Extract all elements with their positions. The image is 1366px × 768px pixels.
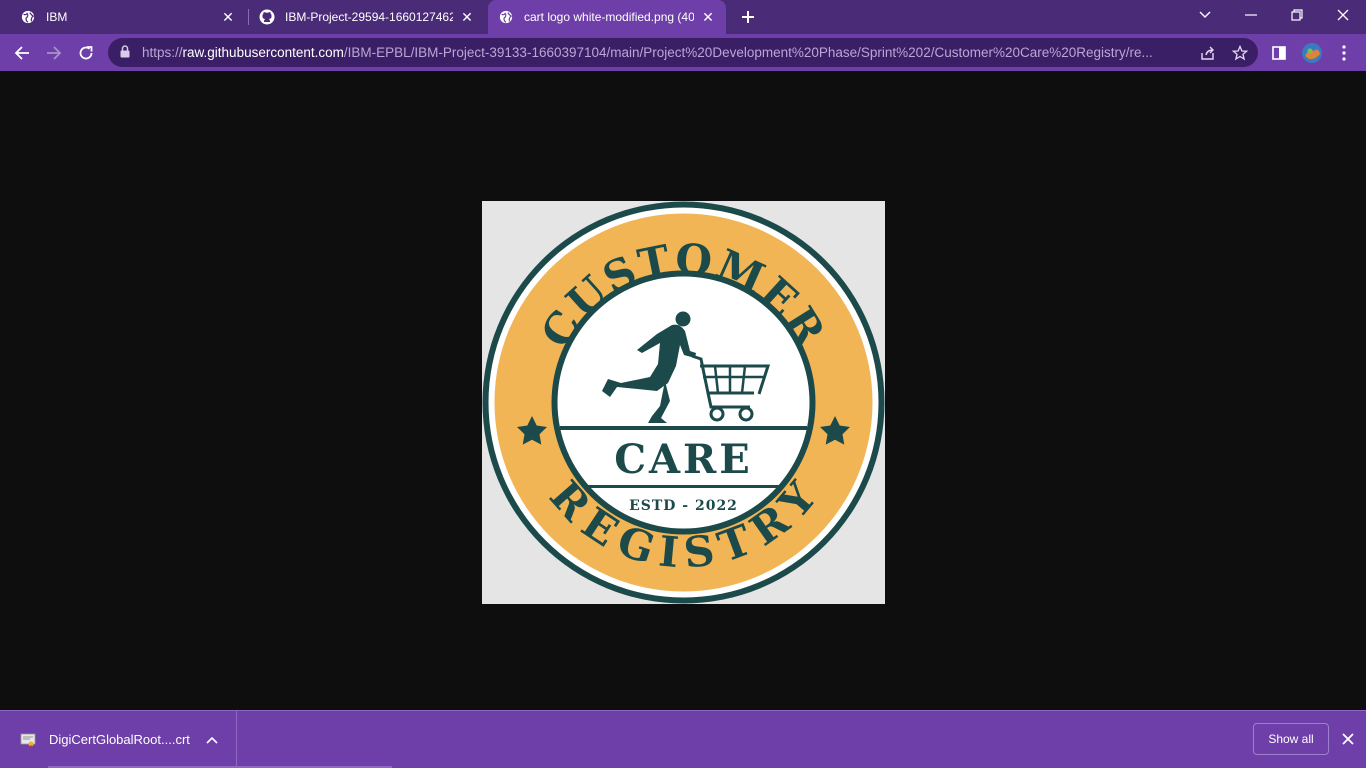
minimize-icon <box>1245 14 1257 16</box>
globe-icon <box>498 9 514 25</box>
tab-strip: IBM ✕ IBM-Project-29594-1660127462/P ✕ c… <box>0 0 1366 34</box>
show-all-downloads-button[interactable]: Show all <box>1253 723 1329 755</box>
back-button[interactable] <box>8 39 36 67</box>
tab-search-button[interactable] <box>1182 0 1228 30</box>
logo-center-text: CARE <box>614 436 753 483</box>
globe-icon <box>20 9 36 25</box>
close-window-button[interactable] <box>1320 0 1366 30</box>
tab-github-project[interactable]: IBM-Project-29594-1660127462/P ✕ <box>249 0 485 34</box>
reload-button[interactable] <box>72 39 100 67</box>
logo-estd-text: ESTD - 2022 <box>629 498 738 514</box>
more-vert-icon <box>1342 45 1346 61</box>
close-tab-icon[interactable]: ✕ <box>459 9 475 25</box>
back-arrow-icon <box>14 46 29 60</box>
tab-ibm[interactable]: IBM ✕ <box>10 0 246 34</box>
github-icon <box>259 9 275 25</box>
profile-avatar-button[interactable] <box>1298 39 1326 67</box>
forward-arrow-icon <box>47 46 62 60</box>
tab-title: cart logo white-modified.png (40 <box>524 10 694 24</box>
browser-toolbar: https://raw.githubusercontent.com/IBM-EP… <box>0 34 1366 71</box>
download-shelf: DigiCertGlobalRoot....crt Show all <box>0 710 1366 768</box>
displayed-image[interactable]: CUSTOMER REGISTRY CARE ESTD - 2022 <box>482 201 885 604</box>
close-tab-icon[interactable]: ✕ <box>220 9 236 25</box>
bookmark-star-icon[interactable] <box>1231 44 1249 62</box>
address-bar[interactable]: https://raw.githubusercontent.com/IBM-EP… <box>108 38 1258 67</box>
forward-button[interactable] <box>40 39 68 67</box>
plus-icon <box>742 11 754 23</box>
close-icon <box>1337 9 1349 21</box>
minimize-button[interactable] <box>1228 0 1274 30</box>
side-panel-button[interactable] <box>1265 39 1293 67</box>
tab-cart-logo[interactable]: cart logo white-modified.png (40 ✕ <box>488 0 726 34</box>
avatar <box>1302 43 1322 63</box>
close-tab-icon[interactable]: ✕ <box>700 9 716 25</box>
page-viewport: CUSTOMER REGISTRY CARE ESTD - 2022 <box>0 71 1366 710</box>
certificate-file-icon <box>20 733 36 748</box>
download-file-name: DigiCertGlobalRoot....crt <box>49 732 190 747</box>
restore-icon <box>1291 9 1303 21</box>
share-icon[interactable] <box>1199 44 1217 62</box>
menu-button[interactable] <box>1330 39 1358 67</box>
close-download-shelf-button[interactable] <box>1338 729 1358 749</box>
close-icon <box>1342 733 1354 745</box>
lock-icon[interactable] <box>120 45 130 63</box>
url-prefix: https:// <box>142 45 183 60</box>
tab-title: IBM <box>46 10 68 24</box>
customer-care-registry-logo: CUSTOMER REGISTRY CARE ESTD - 2022 <box>482 201 885 604</box>
side-panel-icon <box>1272 46 1286 60</box>
url-path: /IBM-EPBL/IBM-Project-39133-1660397104/m… <box>343 45 1153 60</box>
download-item[interactable]: DigiCertGlobalRoot....crt <box>0 711 237 768</box>
url-text[interactable]: https://raw.githubusercontent.com/IBM-EP… <box>142 45 1182 60</box>
url-host: raw.githubusercontent.com <box>182 45 344 60</box>
chevron-up-icon[interactable] <box>206 731 218 749</box>
tab-title: IBM-Project-29594-1660127462/P <box>285 10 453 24</box>
chevron-down-icon <box>1199 11 1211 18</box>
restore-button[interactable] <box>1274 0 1320 30</box>
reload-icon <box>79 46 93 60</box>
new-tab-button[interactable] <box>736 5 760 29</box>
